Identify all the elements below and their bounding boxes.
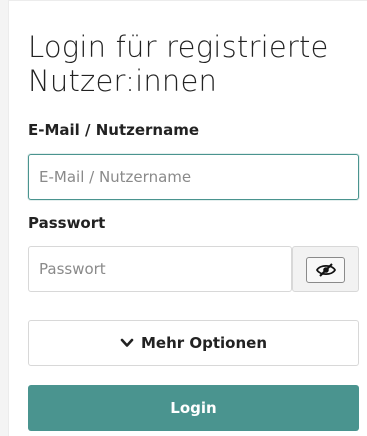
login-panel: Login für registrierte Nutzer:innen E-Ma… xyxy=(8,0,367,436)
password-field[interactable] xyxy=(28,246,292,292)
email-field[interactable] xyxy=(28,154,359,200)
login-button-label: Login xyxy=(170,399,217,417)
show-password-button[interactable] xyxy=(306,257,345,283)
page-title: Login für registrierte Nutzer:innen xyxy=(28,30,329,98)
login-button[interactable]: Login xyxy=(28,385,359,431)
chevron-down-icon xyxy=(120,338,134,348)
eye-slash-icon xyxy=(315,263,336,277)
more-options-label: Mehr Optionen xyxy=(140,334,268,352)
password-label: Passwort xyxy=(28,214,106,232)
email-label: E-Mail / Nutzername xyxy=(28,121,200,139)
more-options-button[interactable]: Mehr Optionen xyxy=(28,320,359,366)
password-toggle-addon xyxy=(292,246,359,292)
